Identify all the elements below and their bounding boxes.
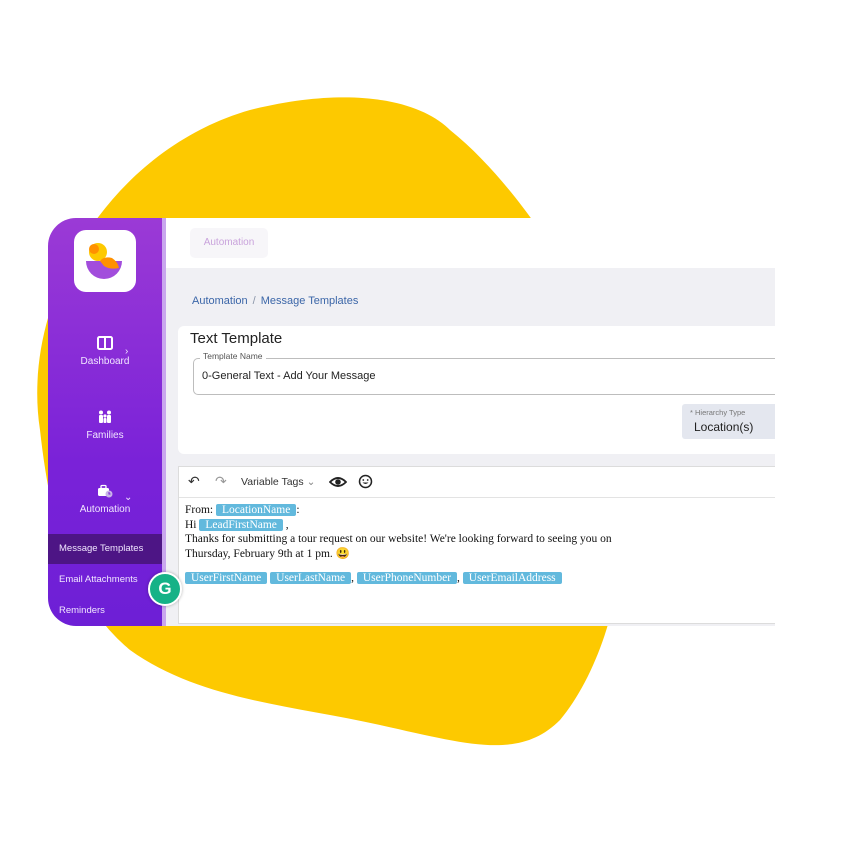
text: From: [185, 504, 214, 516]
sidebar-subitem-label: Message Templates [59, 543, 144, 554]
sidebar-item-label: Dashboard [80, 356, 130, 367]
editor-content[interactable]: From: LocationName: Hi LeadFirstName , T… [185, 503, 612, 586]
template-details-card: Text Template Template Name 0-General Te… [178, 326, 775, 454]
template-name-label: Template Name [200, 351, 266, 361]
sidebar: Dashboard › Families Automation ⌄ Messag… [48, 218, 166, 626]
text: , [457, 572, 460, 584]
page-title: Text Template [190, 330, 283, 347]
sidebar-subitem-message-templates[interactable]: Message Templates [48, 534, 162, 564]
variable-tags-label: Variable Tags [241, 476, 304, 488]
sidebar-item-label: Automation [79, 504, 131, 515]
chevron-down-icon: ⌄ [124, 492, 133, 503]
variable-tag[interactable]: UserEmailAddress [462, 572, 562, 584]
sidebar-item-dashboard[interactable]: Dashboard [48, 336, 162, 367]
hierarchy-type-select[interactable]: * Hierarchy Type Location(s) [682, 404, 775, 439]
eye-icon[interactable] [329, 475, 347, 489]
template-name-input[interactable]: 0-General Text - Add Your Message [202, 370, 375, 382]
chevron-down-icon: ⌄ [306, 476, 316, 488]
smiley-emoji-icon: 😃 [335, 547, 350, 560]
family-icon [99, 410, 111, 423]
text: Hi [185, 518, 197, 531]
grammarly-button[interactable]: G [148, 572, 182, 606]
sidebar-subitem-label: Email Attachments [59, 574, 138, 585]
line-from: From: LocationName: [185, 503, 612, 518]
hierarchy-type-value: Location(s) [694, 420, 754, 434]
chevron-right-icon: › [125, 346, 129, 357]
layout-icon [97, 336, 113, 350]
editor-toolbar: ↶ ↷ Variable Tags ⌄ [179, 467, 775, 498]
line-date: Thursday, February 9th at 1 pm. 😃 [185, 547, 612, 562]
sidebar-subitem-label: Reminders [59, 605, 105, 616]
main-content: Automation Automation / Message Templates … [166, 218, 775, 626]
user-tags-line: UserFirstName UserLastName, UserPhoneNum… [185, 571, 612, 586]
variable-tag[interactable]: LocationName [216, 504, 297, 516]
sidebar-item-families[interactable]: Families [48, 410, 162, 441]
variable-tag[interactable]: UserLastName [270, 572, 352, 584]
text: : [296, 504, 300, 516]
breadcrumb-separator: / [252, 295, 256, 307]
text: , [285, 518, 289, 531]
breadcrumb-message-templates[interactable]: Message Templates [261, 295, 359, 307]
variable-tag[interactable]: UserPhoneNumber [356, 572, 458, 584]
breadcrumb: Automation / Message Templates [192, 295, 358, 307]
smiley-icon[interactable] [358, 474, 373, 489]
redo-icon[interactable]: ↷ [215, 473, 227, 490]
variable-tags-dropdown[interactable]: Variable Tags ⌄ [241, 476, 315, 488]
template-name-field[interactable]: Template Name 0-General Text - Add Your … [193, 351, 775, 395]
variable-tag[interactable]: LeadFirstName [199, 518, 283, 531]
sidebar-item-automation[interactable]: Automation [48, 484, 162, 515]
text: , [351, 572, 354, 584]
text: Thursday, February 9th at 1 pm. [185, 547, 333, 560]
grammarly-icon: G [158, 579, 172, 598]
tab-automation[interactable]: Automation [190, 228, 268, 258]
logo-icon [86, 243, 122, 279]
app-window: Dashboard › Families Automation ⌄ Messag… [48, 218, 775, 626]
line-body: Thanks for submitting a tour request on … [185, 533, 612, 545]
variable-tag[interactable]: UserFirstName [185, 572, 268, 584]
briefcase-clock-icon [98, 484, 113, 498]
sidebar-item-label: Families [86, 430, 124, 441]
message-editor[interactable]: ↶ ↷ Variable Tags ⌄ From: LocationName: … [178, 466, 775, 624]
top-bar: Automation [166, 218, 775, 268]
breadcrumb-automation[interactable]: Automation [192, 295, 248, 307]
line-greeting: Hi LeadFirstName , [185, 518, 612, 533]
sidebar-subitem-email-attachments[interactable]: Email Attachments [48, 565, 162, 595]
sidebar-subitem-reminders[interactable]: Reminders [48, 596, 162, 626]
hierarchy-type-label: * Hierarchy Type [690, 408, 746, 417]
undo-icon[interactable]: ↶ [188, 473, 200, 490]
brand-logo[interactable] [74, 230, 136, 292]
